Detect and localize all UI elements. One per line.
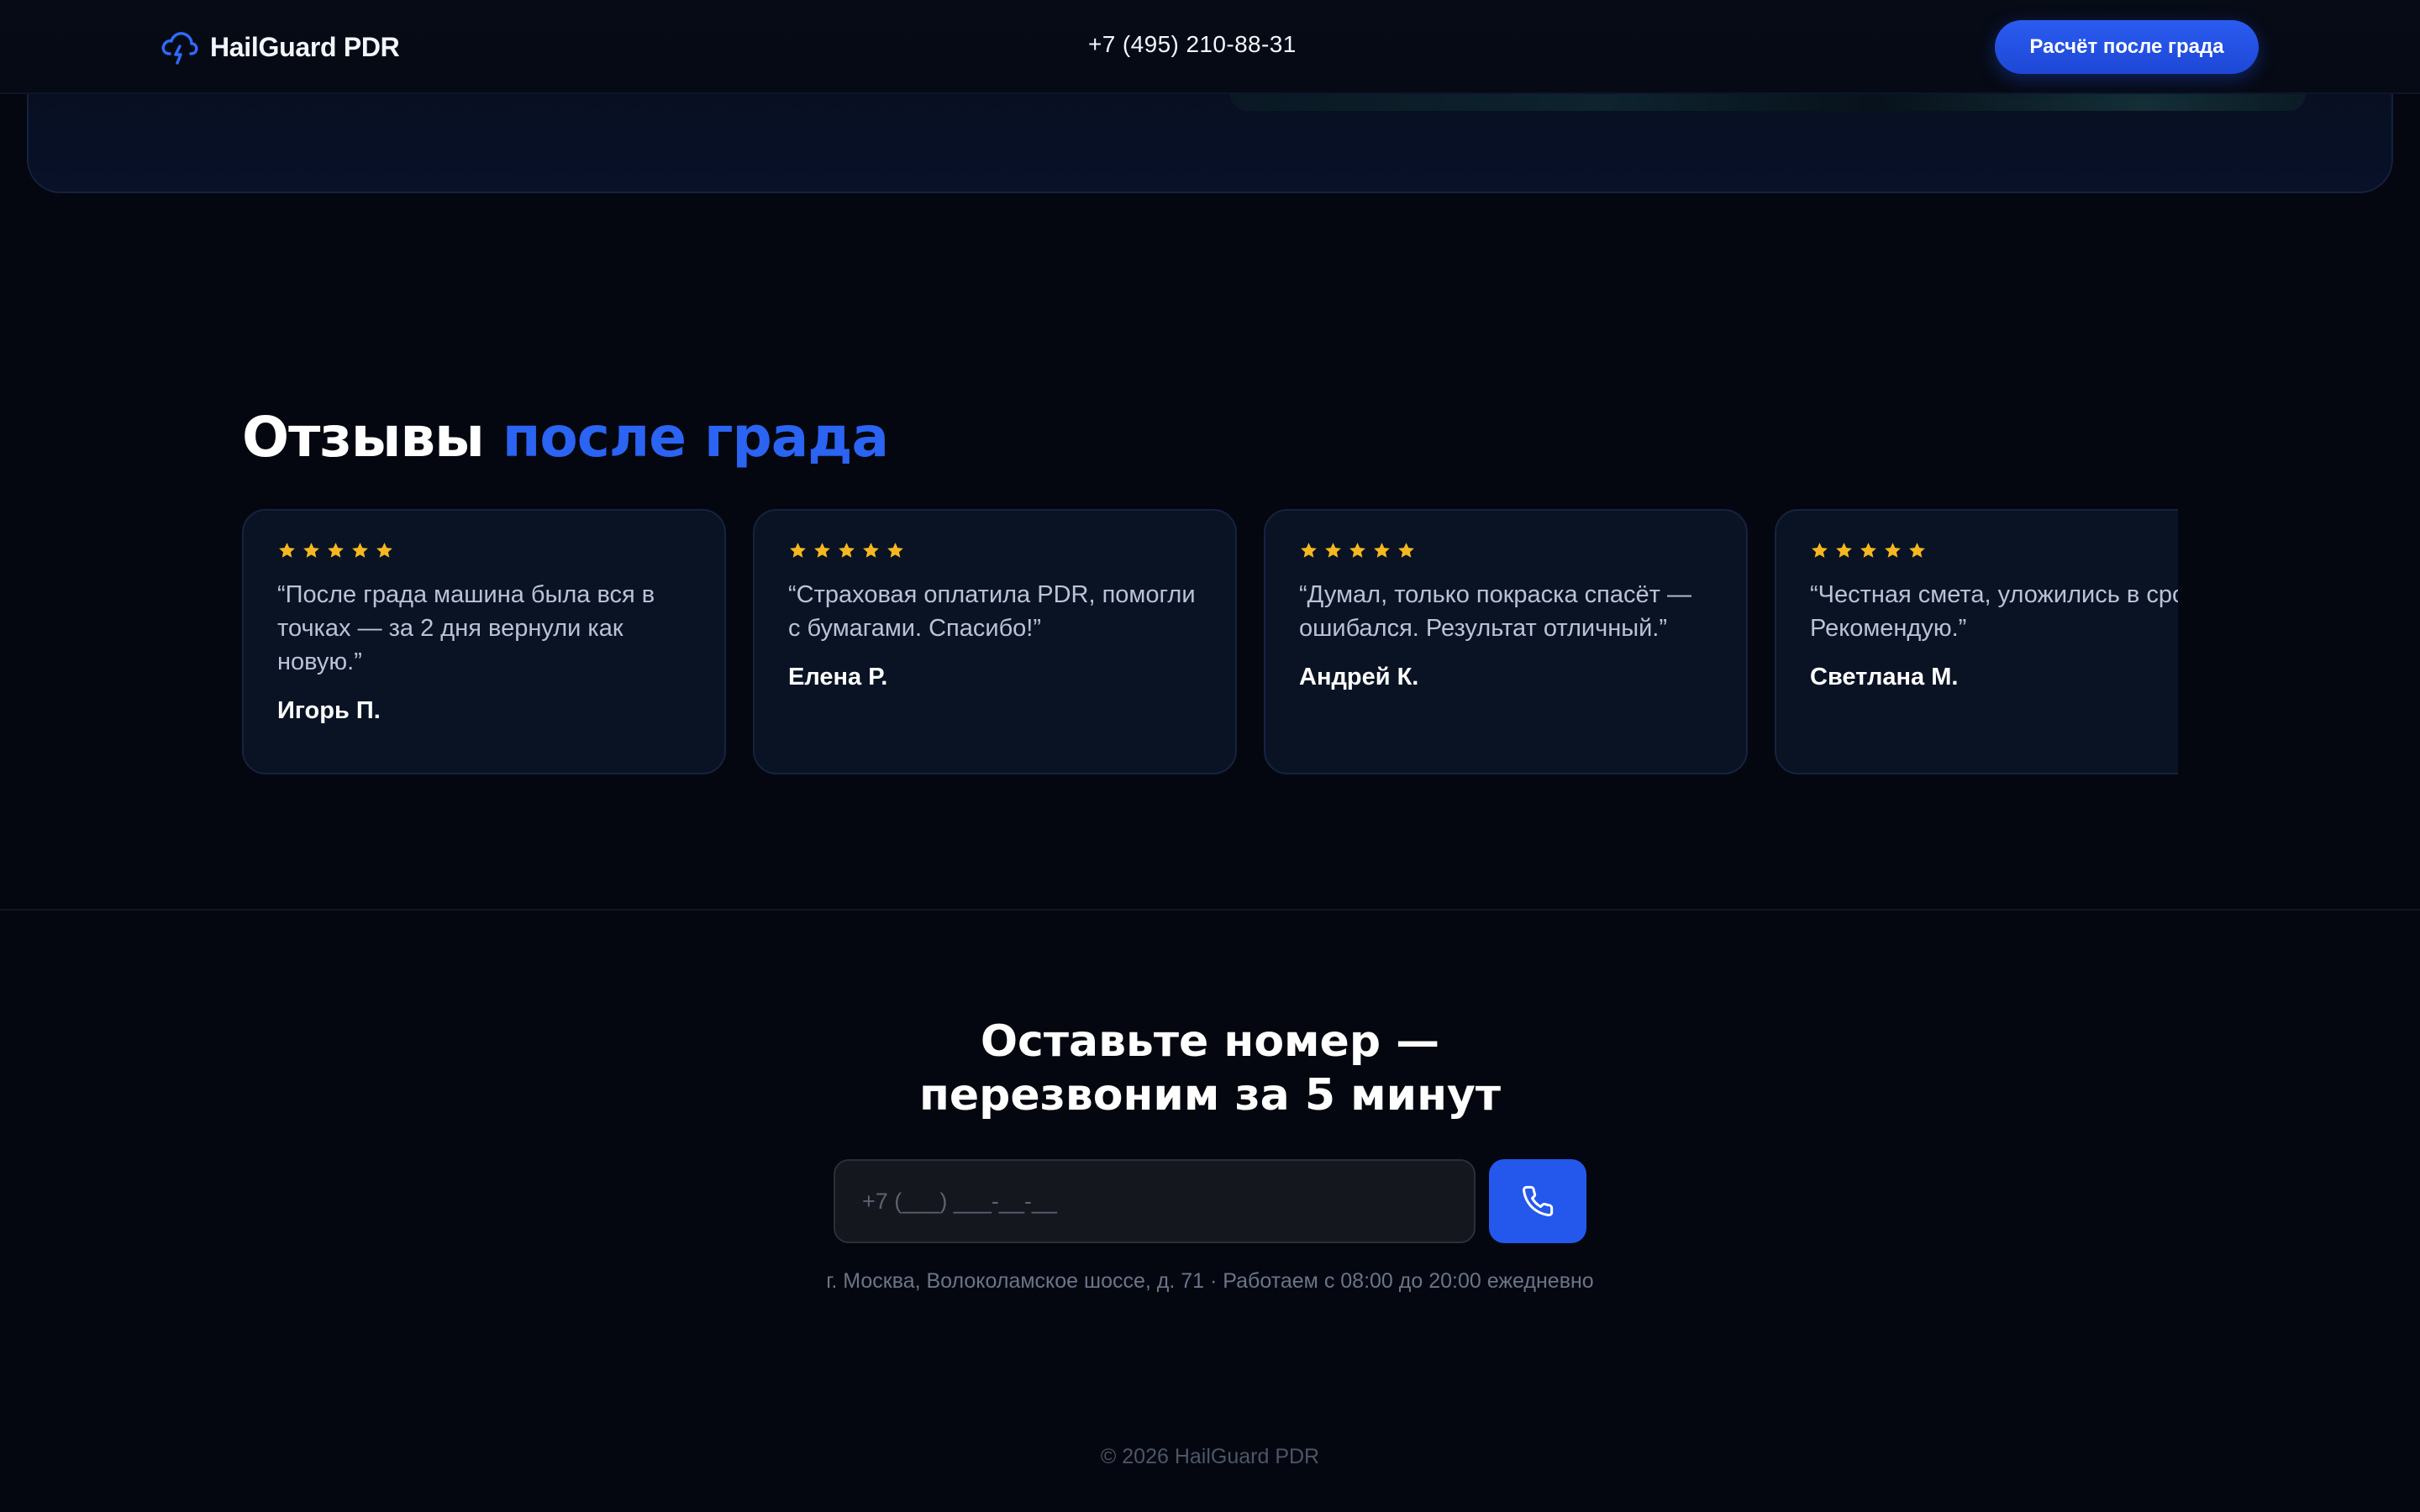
star-icon — [279, 543, 295, 558]
review-text: “После града машина была вся в точках — … — [277, 581, 655, 675]
brand-logo[interactable]: HailGuard PDR — [160, 29, 400, 66]
reviews-title-main: Отзывы — [242, 405, 502, 470]
star-icon — [1349, 543, 1365, 558]
phone-input[interactable] — [834, 1159, 1476, 1243]
reviews-title: Отзывы после града — [242, 405, 889, 470]
reviews-carousel[interactable]: “После града машина была вся в точках — … — [242, 509, 2178, 774]
star-icon — [1374, 543, 1390, 558]
review-author: Андрей К. — [1299, 664, 1419, 690]
star-rating — [788, 541, 1202, 561]
star-icon — [1325, 543, 1341, 558]
call-me-button[interactable] — [1489, 1159, 1586, 1243]
callback-title-line1: Оставьте номер — — [980, 1016, 1440, 1067]
callback-title-line2: перезвоним за 5 минут — [918, 1070, 1502, 1121]
review-author: Елена Р. — [788, 664, 888, 690]
footer-copyright: © 2026 HailGuard PDR — [1100, 1445, 1320, 1468]
star-icon — [1909, 543, 1925, 558]
star-icon — [863, 543, 879, 558]
review-text: “Думал, только покраска спасёт — ошибалс… — [1299, 581, 1691, 642]
section-divider — [0, 909, 2420, 911]
star-icon — [1398, 543, 1414, 558]
star-icon — [839, 543, 855, 558]
review-author: Светлана М. — [1810, 664, 1959, 690]
brand-name: HailGuard PDR — [210, 31, 400, 62]
callback-title: Оставьте номер — перезвоним за 5 минут — [0, 1015, 2420, 1122]
star-rating — [1299, 541, 1712, 561]
star-icon — [352, 543, 368, 558]
cloud-lightning-icon — [161, 32, 198, 65]
star-icon — [376, 543, 392, 558]
star-icon — [1860, 543, 1876, 558]
star-icon — [1885, 543, 1901, 558]
review-card: “Честная смета, уложились в срок. Рекоме… — [1775, 509, 2178, 774]
review-card: “Страховая оплатила PDR, помогли с бумаг… — [753, 509, 1237, 774]
star-icon — [328, 543, 344, 558]
star-icon — [790, 543, 806, 558]
phone-icon — [1523, 1185, 1554, 1217]
top-navbar: HailGuard PDR +7 (495) 210-88-31 Расчёт … — [0, 0, 2420, 94]
star-icon — [1301, 543, 1317, 558]
page: HailGuard PDR +7 (495) 210-88-31 Расчёт … — [0, 0, 2420, 1512]
star-icon — [887, 543, 903, 558]
star-rating — [1810, 541, 2178, 561]
reviews-title-accent: после града — [502, 405, 889, 470]
header-phone-link[interactable]: +7 (495) 210-88-31 — [1088, 31, 1297, 58]
review-text: “Честная смета, уложились в срок. Рекоме… — [1810, 581, 2178, 642]
star-icon — [1812, 543, 1828, 558]
address-hours: г. Москва, Волоколамское шоссе, д. 71 · … — [826, 1269, 1594, 1293]
review-card: “После града машина была вся в точках — … — [242, 509, 726, 774]
review-author: Игорь П. — [277, 697, 381, 724]
star-rating — [277, 541, 691, 561]
review-text: “Страховая оплатила PDR, помогли с бумаг… — [788, 581, 1196, 642]
hail-estimate-button[interactable]: Расчёт после града — [1995, 20, 2259, 74]
star-icon — [303, 543, 319, 558]
star-icon — [814, 543, 830, 558]
review-card: “Думал, только покраска спасёт — ошибалс… — [1264, 509, 1748, 774]
star-icon — [1836, 543, 1852, 558]
hero-image — [1230, 94, 2306, 111]
